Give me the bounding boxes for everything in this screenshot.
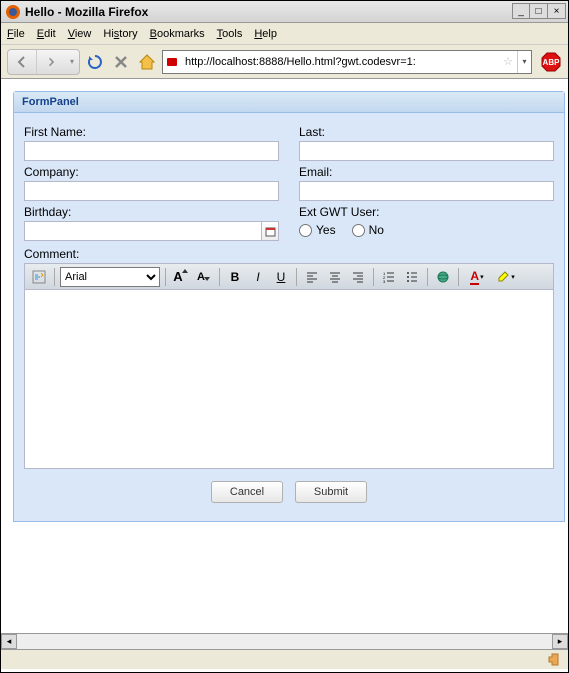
ordered-list-button[interactable]: 123: [379, 267, 399, 287]
comment-editor[interactable]: [24, 289, 554, 469]
menu-history[interactable]: History: [103, 28, 137, 40]
submit-button[interactable]: Submit: [295, 481, 367, 503]
status-bar: [1, 649, 568, 669]
url-input[interactable]: [181, 51, 499, 73]
form-panel: FormPanel First Name: Last: Company:: [13, 91, 565, 522]
panel-header: FormPanel: [14, 92, 564, 113]
menu-bar: File Edit View History Bookmarks Tools H…: [1, 23, 568, 45]
unordered-list-button[interactable]: [402, 267, 422, 287]
radio-no-input[interactable]: [352, 224, 365, 237]
stop-button[interactable]: [110, 51, 132, 73]
window-titlebar: Hello - Mozilla Firefox _ □ ×: [1, 1, 568, 23]
menu-edit[interactable]: Edit: [37, 28, 56, 40]
underline-button[interactable]: U: [271, 267, 291, 287]
link-button[interactable]: [433, 267, 453, 287]
back-button[interactable]: [8, 50, 36, 74]
reload-button[interactable]: [84, 51, 106, 73]
window-title: Hello - Mozilla Firefox: [25, 5, 148, 19]
plugin-status-icon[interactable]: [546, 652, 562, 668]
radio-yes-input[interactable]: [299, 224, 312, 237]
svg-text:3: 3: [383, 279, 386, 283]
radio-no-label: No: [369, 223, 384, 237]
increase-font-button[interactable]: A: [171, 267, 191, 287]
company-input[interactable]: [24, 181, 279, 201]
font-family-select[interactable]: Arial: [60, 267, 160, 287]
comment-label: Comment:: [24, 247, 554, 261]
radio-yes[interactable]: Yes: [299, 223, 336, 237]
scroll-left-arrow[interactable]: ◂: [1, 634, 17, 649]
bold-button[interactable]: B: [225, 267, 245, 287]
menu-bookmarks[interactable]: Bookmarks: [150, 28, 205, 40]
italic-button[interactable]: I: [248, 267, 268, 287]
font-color-button[interactable]: A▾: [464, 267, 490, 287]
align-right-button[interactable]: [348, 267, 368, 287]
decrease-font-button[interactable]: A: [194, 267, 214, 287]
navigation-toolbar: ▾ ☆ ▾ ABP: [1, 45, 568, 79]
menu-view[interactable]: View: [68, 28, 92, 40]
birthday-label: Birthday:: [24, 205, 279, 219]
email-input[interactable]: [299, 181, 554, 201]
horizontal-scrollbar[interactable]: ◂ ▸: [1, 633, 568, 649]
panel-body: First Name: Last: Company: Email:: [14, 113, 564, 521]
first-name-input[interactable]: [24, 141, 279, 161]
last-name-input[interactable]: [299, 141, 554, 161]
cancel-button[interactable]: Cancel: [211, 481, 283, 503]
url-dropdown[interactable]: ▾: [517, 51, 531, 73]
home-button[interactable]: [136, 51, 158, 73]
address-bar: ☆ ▾: [162, 50, 532, 74]
bookmark-star-icon[interactable]: ☆: [499, 55, 517, 68]
date-picker-trigger[interactable]: [262, 221, 279, 241]
radio-yes-label: Yes: [316, 223, 336, 237]
last-name-label: Last:: [299, 125, 554, 139]
align-left-button[interactable]: [302, 267, 322, 287]
source-edit-button[interactable]: [29, 267, 49, 287]
extgwt-user-label: Ext GWT User:: [299, 205, 554, 219]
minimize-button[interactable]: _: [512, 3, 530, 19]
first-name-label: First Name:: [24, 125, 279, 139]
maximize-button[interactable]: □: [530, 3, 548, 19]
browser-viewport: FormPanel First Name: Last: Company:: [1, 79, 568, 649]
rte-toolbar: Arial A A B I U: [24, 263, 554, 289]
align-center-button[interactable]: [325, 267, 345, 287]
menu-help[interactable]: Help: [254, 28, 277, 40]
site-identity-icon[interactable]: [163, 55, 181, 69]
history-dropdown[interactable]: ▾: [65, 50, 79, 74]
radio-no[interactable]: No: [352, 223, 384, 237]
firefox-icon: [5, 4, 21, 20]
scroll-right-arrow[interactable]: ▸: [552, 634, 568, 649]
adblock-icon[interactable]: ABP: [540, 51, 562, 73]
back-forward-group: ▾: [7, 49, 80, 75]
menu-file[interactable]: File: [7, 28, 25, 40]
scroll-track[interactable]: [17, 634, 552, 649]
birthday-input[interactable]: [24, 221, 262, 241]
email-label: Email:: [299, 165, 554, 179]
forward-button[interactable]: [37, 50, 65, 74]
close-button[interactable]: ×: [548, 3, 566, 19]
highlight-color-button[interactable]: ▾: [493, 267, 519, 287]
svg-text:ABP: ABP: [543, 58, 561, 67]
company-label: Company:: [24, 165, 279, 179]
menu-tools[interactable]: Tools: [217, 28, 243, 40]
